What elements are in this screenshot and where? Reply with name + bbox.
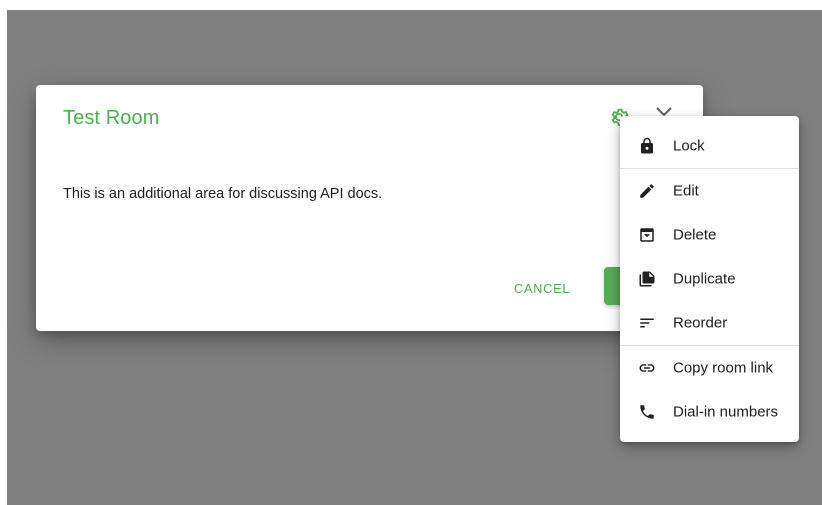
lock-icon [638,137,656,155]
sort-icon [638,314,656,332]
menu-item-label: Duplicate [673,270,736,288]
menu-item-label: Delete [673,226,717,244]
menu-item-dial-in-numbers[interactable]: Dial-in numbers [620,390,799,434]
archive-icon [638,226,656,244]
menu-item-label: Dial-in numbers [673,403,779,421]
menu-item-label: Lock [673,137,705,155]
room-dialog: Test Room This is an additional area for… [36,85,703,331]
menu-item-copy-room-link[interactable]: Copy room link [620,346,799,390]
cancel-button[interactable]: CANCEL [506,271,578,305]
room-options-menu: Lock Edit Delete Duplicate Reorder Copy … [620,116,799,442]
copy-icon [638,270,656,288]
menu-item-reorder[interactable]: Reorder [620,301,799,345]
menu-item-lock[interactable]: Lock [620,124,799,168]
menu-item-label: Copy room link [673,359,774,377]
menu-item-delete[interactable]: Delete [620,213,799,257]
dialog-description: This is an additional area for discussin… [63,186,383,202]
menu-item-duplicate[interactable]: Duplicate [620,257,799,301]
dialog-title: Test Room [63,107,160,129]
menu-item-label: Edit [673,182,699,200]
pencil-icon [638,182,656,200]
menu-item-label: Reorder [673,314,728,332]
menu-item-edit[interactable]: Edit [620,169,799,213]
link-icon [638,359,656,377]
phone-icon [638,403,656,421]
